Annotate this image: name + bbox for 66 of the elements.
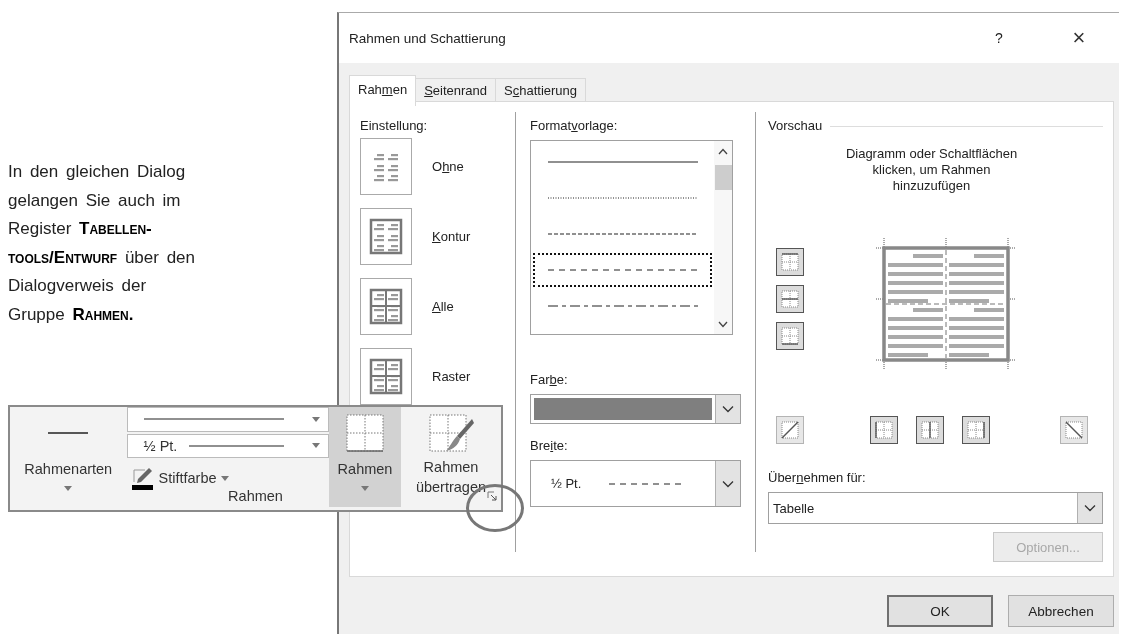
setting-label[interactable]: Ohne	[432, 158, 464, 174]
chevron-down-icon	[722, 479, 734, 488]
pen-color-button[interactable]: Stiftfarbe	[130, 466, 329, 490]
line-style-icon	[547, 196, 698, 200]
caret-icon	[64, 486, 73, 491]
width-dropdown[interactable]: ½ Pt.	[530, 460, 741, 507]
line-width-dropdown[interactable]: ½ Pt.	[126, 433, 329, 458]
ribbon-button[interactable]: Rahmen	[329, 407, 401, 507]
section-label: Vorschau	[768, 118, 823, 134]
section-label: Einstellung:	[360, 118, 428, 134]
setting-grid-icon[interactable]	[360, 347, 412, 405]
setting-label[interactable]: Kontur	[432, 228, 471, 244]
tab[interactable]: Rahmen	[349, 75, 417, 106]
setting-all-icon[interactable]	[360, 277, 412, 335]
field-label: Übernehmen für:	[768, 470, 866, 486]
setting-label[interactable]: Alle	[432, 298, 454, 314]
border-toggle-button[interactable]	[776, 248, 804, 276]
chevron-down-icon	[1084, 504, 1096, 512]
caret-icon	[312, 443, 320, 449]
border-toggle-button[interactable]	[776, 285, 804, 313]
border-toggle-button[interactable]	[776, 322, 804, 350]
dialog-button[interactable]: Abbrechen	[1008, 595, 1114, 627]
ribbon-button[interactable]: Rahmen übertragen	[401, 407, 501, 507]
caret-icon	[361, 486, 369, 491]
section-label: Formatvorlage:	[530, 118, 618, 134]
group-label: Rahmen	[228, 488, 283, 504]
instruction-text: Diagramm oder Schaltflächen klicken, um Rahmen hinzuzufügen	[844, 146, 1019, 194]
color-dropdown[interactable]	[530, 394, 741, 424]
field-label: Farbe:	[530, 372, 568, 388]
scrollbar-thumb[interactable]	[714, 165, 732, 190]
line-style-icon	[547, 232, 698, 236]
caret-icon	[220, 475, 229, 481]
line-icon	[48, 432, 89, 434]
instruction-paragraph: In den gleichen Dialog gelangen Sie auch im Register Tabellen- tools/Entwurf über den Dialogverweis der Gruppe Rahmen.	[8, 161, 196, 326]
dropdown-value: Tabelle	[773, 500, 815, 516]
scroll-up-icon[interactable]	[718, 147, 728, 155]
border-grid-icon	[343, 411, 387, 455]
dialog-launcher-icon[interactable]	[487, 491, 497, 501]
border-toggle-button[interactable]	[962, 416, 990, 444]
caret-icon	[312, 416, 320, 422]
line-style-dropdown[interactable]	[126, 407, 329, 432]
chevron-down-icon	[722, 405, 734, 413]
close-button[interactable]: ×	[1039, 25, 1119, 51]
width-value: ½ Pt.	[143, 437, 178, 454]
setting-box-icon[interactable]	[360, 207, 412, 265]
scroll-down-icon[interactable]	[718, 320, 728, 328]
line-style-icon	[547, 268, 698, 272]
window-title: Rahmen und Schattierung	[349, 30, 507, 46]
line-style-option[interactable]	[533, 253, 712, 287]
width-value: ½ Pt.	[551, 476, 582, 491]
dialog-button[interactable]: OK	[887, 595, 993, 627]
border-painter-icon	[426, 411, 476, 455]
pen-icon	[130, 466, 155, 490]
tab[interactable]: Schattierung	[495, 78, 587, 103]
ribbon-button[interactable]: Rahmenarten	[10, 407, 127, 507]
border-toggle-button[interactable]	[1060, 416, 1088, 444]
border-toggle-button[interactable]	[870, 416, 898, 444]
line-style-icon	[547, 160, 698, 164]
border-toggle-button[interactable]	[776, 416, 804, 444]
field-label: Breite:	[530, 438, 568, 454]
help-button[interactable]: ?	[959, 30, 1039, 46]
setting-none-icon[interactable]	[360, 137, 412, 195]
apply-to-dropdown[interactable]: Tabelle	[768, 492, 1103, 524]
border-toggle-button[interactable]	[916, 416, 944, 444]
setting-label[interactable]: Raster	[432, 368, 471, 384]
line-style-icon	[547, 304, 698, 308]
